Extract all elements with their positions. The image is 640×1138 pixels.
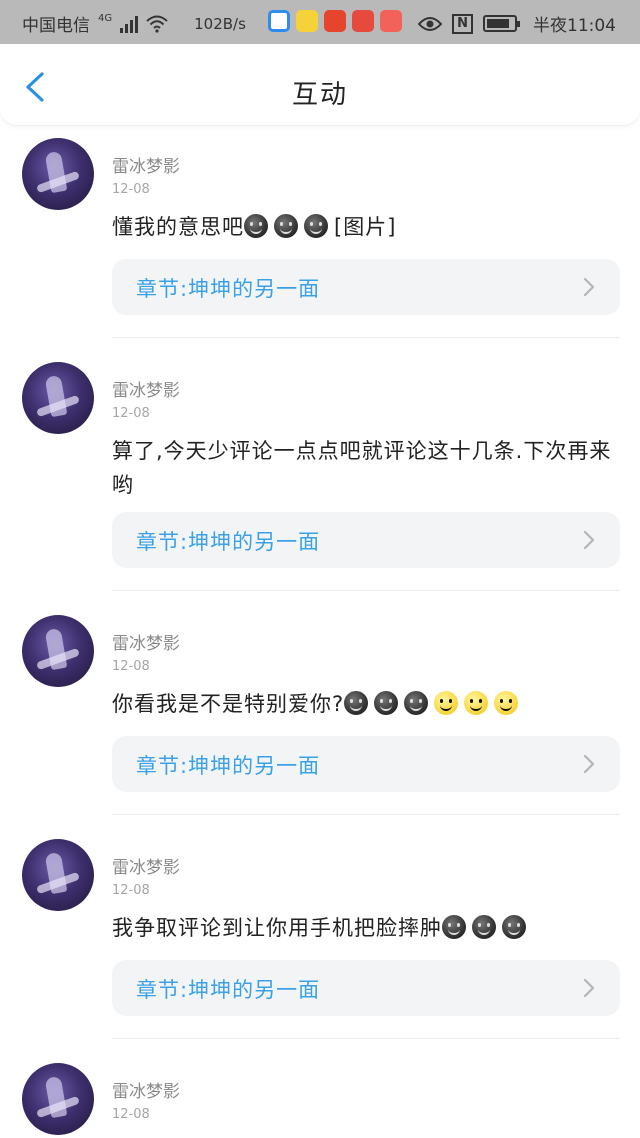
smile-emoji-icon (434, 691, 459, 715)
chapter-label: 章节:坤坤的另一面 (136, 754, 321, 778)
shopping-app-icon (324, 10, 346, 32)
grin-dark-emoji-icon (472, 915, 496, 939)
comment-date: 12-08 (112, 883, 150, 898)
grin-dark-emoji-icon (442, 915, 466, 939)
comment-date: 12-08 (112, 406, 150, 421)
comment-text-content: 我争取评论到让你用手机把脸摔肿 (112, 916, 442, 940)
chevron-right-icon (583, 530, 595, 550)
grin-dark-emoji-icon (502, 915, 526, 939)
status-bar-right: N 半夜11:04 (418, 11, 616, 36)
clock: 半夜11:04 (533, 16, 616, 36)
grin-dark-emoji-icon (404, 691, 429, 715)
carrier-label: 中国电信 (22, 16, 90, 36)
browser-app-icon (268, 10, 290, 32)
comment-text-content: 你看我是不是特别爱你? (112, 692, 345, 716)
chevron-right-icon (583, 978, 595, 998)
grin-dark-emoji-icon (274, 214, 298, 238)
chapter-label: 章节:坤坤的另一面 (136, 277, 321, 301)
chapter-link[interactable]: 章节:坤坤的另一面 (112, 960, 620, 1016)
chapter-label: 章节:坤坤的另一面 (136, 978, 321, 1002)
chapter-link[interactable]: 章节:坤坤的另一面 (112, 736, 620, 792)
comment-date: 12-08 (112, 1107, 150, 1122)
avatar[interactable] (22, 615, 94, 687)
notification-icons (268, 10, 402, 32)
nav-header: 互动 (0, 44, 640, 126)
comment-text: 算了,今天少评论一点点吧就评论这十几条.下次再来哟 (112, 439, 612, 497)
huawei-app-icon (352, 10, 374, 32)
comment-date: 12-08 (112, 182, 150, 197)
page-title: 互动 (291, 80, 348, 110)
comment-date: 12-08 (112, 659, 150, 674)
divider (112, 590, 620, 591)
grin-dark-emoji-icon (304, 214, 328, 238)
battery-icon (483, 15, 520, 32)
smile-emoji-icon (494, 691, 519, 715)
messenger-app-icon (296, 10, 318, 32)
avatar[interactable] (22, 362, 94, 434)
divider (112, 814, 620, 815)
status-bar: 中国电信 4G 102B/s N 半夜11:04 (0, 0, 640, 44)
comment-text-content: 懂我的意思吧 (112, 215, 244, 239)
comment-text: 你看我是不是特别爱你? (112, 687, 612, 721)
smile-emoji-icon (464, 691, 489, 715)
comment-username[interactable]: 雷冰梦影 (112, 152, 180, 177)
comment-username[interactable]: 雷冰梦影 (112, 1077, 180, 1102)
grin-dark-emoji-icon (374, 691, 399, 715)
eye-icon (418, 16, 443, 31)
chapter-link[interactable]: 章节:坤坤的另一面 (112, 259, 620, 315)
network-type: 4G (98, 13, 113, 24)
chapter-label: 章节:坤坤的另一面 (136, 530, 321, 554)
store-app-icon (380, 10, 402, 32)
grin-dark-emoji-icon (344, 691, 369, 715)
comment-username[interactable]: 雷冰梦影 (112, 853, 180, 878)
avatar[interactable] (22, 839, 94, 911)
avatar[interactable] (22, 1063, 94, 1135)
comment-text: 懂我的意思吧 [图片] (112, 210, 612, 244)
signal-icon (120, 15, 139, 33)
comment-text: 我争取评论到让你用手机把脸摔肿 (112, 911, 612, 945)
grin-dark-emoji-icon (244, 214, 268, 238)
wifi-icon (146, 15, 168, 33)
chevron-right-icon (583, 277, 595, 297)
network-speed: 102B/s (194, 14, 246, 33)
chapter-link[interactable]: 章节:坤坤的另一面 (112, 512, 620, 568)
chevron-right-icon (583, 754, 595, 774)
avatar[interactable] (22, 138, 94, 210)
comment-username[interactable]: 雷冰梦影 (112, 629, 180, 654)
divider (112, 337, 620, 338)
status-bar-left: 中国电信 4G 102B/s (22, 11, 246, 36)
comment-username[interactable]: 雷冰梦影 (112, 376, 180, 401)
nfc-icon: N (452, 13, 473, 34)
divider (112, 1038, 620, 1039)
image-placeholder-text: [图片] (334, 215, 397, 239)
